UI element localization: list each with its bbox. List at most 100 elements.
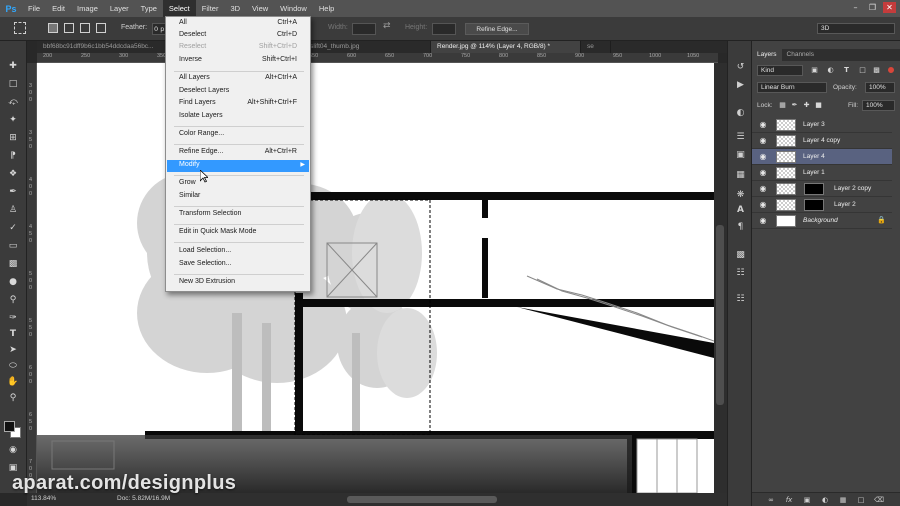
color-panel-icon[interactable]: ▣ [734, 149, 747, 161]
brush-presets-icon[interactable]: ▩ [734, 249, 747, 261]
visibility-eye-icon[interactable]: ◉ [758, 200, 768, 210]
restore-icon[interactable]: ❐ [866, 2, 879, 13]
doc-tab-1[interactable]: bbf68bc91dff9b6c1bb54ddcdaa56bc... [37, 41, 173, 53]
menu-view[interactable]: View [246, 0, 274, 17]
fill-input[interactable]: 100% [862, 100, 895, 111]
hand-tool-icon[interactable]: ✋ [5, 375, 21, 389]
filter-kind-select[interactable]: Kind [757, 65, 803, 76]
menu-item-new-3d-extrusion[interactable]: New 3D Extrusion [167, 277, 309, 289]
filter-adjustment-icon[interactable]: ◐ [826, 66, 835, 75]
history-panel-icon[interactable]: ↺ [734, 61, 747, 73]
visibility-eye-icon[interactable]: ◉ [758, 120, 768, 130]
path-selection-tool-icon[interactable]: ➤ [5, 343, 21, 357]
menu-item-transform-selection[interactable]: Transform Selection [167, 209, 309, 221]
intersect-selection-icon[interactable] [96, 23, 106, 33]
marquee-tool-preset-icon[interactable] [14, 22, 26, 34]
menu-item-quick-mask[interactable]: Edit in Quick Mask Mode [167, 227, 309, 239]
doc-tab-active[interactable]: Render.jpg @ 114% (Layer 4, RGB/8) * [431, 41, 581, 53]
quick-mask-icon[interactable]: ◉ [5, 443, 21, 457]
filter-pixel-icon[interactable]: ▣ [810, 66, 819, 75]
crop-tool-icon[interactable]: ⊞ [5, 131, 21, 145]
link-layers-icon[interactable]: ∞ [766, 495, 776, 505]
add-mask-icon[interactable]: ▣ [802, 495, 812, 505]
add-to-selection-icon[interactable] [64, 23, 74, 33]
eraser-tool-icon[interactable]: ▭ [5, 239, 21, 253]
blend-mode-select[interactable]: Linear Burn [757, 82, 827, 93]
layer-style-icon[interactable]: fx [784, 495, 794, 505]
type-tool-icon[interactable]: T [5, 327, 21, 341]
workspace-select[interactable]: 3D [817, 23, 895, 34]
menu-item-find-layers[interactable]: Find Layers Alt+Shift+Ctrl+F [167, 98, 309, 110]
clone-stamp-tool-icon[interactable]: ♙ [5, 203, 21, 217]
zoom-tool-icon[interactable]: ⚲ [5, 391, 21, 405]
tab-layers[interactable]: Layers [752, 49, 782, 61]
lock-all-icon[interactable]: ■ [814, 101, 823, 110]
filter-type-icon[interactable]: T [842, 66, 851, 75]
vertical-scrollbar-thumb[interactable] [716, 225, 724, 405]
layer-row-layer-4[interactable]: ◉ Layer 4 [752, 149, 892, 165]
horizontal-scrollbar-thumb[interactable] [347, 496, 497, 503]
visibility-eye-icon[interactable]: ◉ [758, 216, 768, 226]
menu-item-grow[interactable]: Grow [167, 178, 309, 190]
menu-item-isolate-layers[interactable]: Isolate Layers [167, 111, 309, 123]
minimize-icon[interactable]: – [849, 2, 862, 13]
new-group-icon[interactable]: ▦ [838, 495, 848, 505]
lock-transparency-icon[interactable]: ▦ [778, 101, 787, 110]
visibility-eye-icon[interactable]: ◉ [758, 184, 768, 194]
doc-tab-4[interactable]: se [581, 41, 611, 53]
foreground-color-swatch[interactable] [4, 421, 15, 432]
delete-layer-icon[interactable]: ⌫ [874, 495, 884, 505]
character-panel-icon[interactable]: A [734, 204, 747, 216]
menu-help[interactable]: Help [313, 0, 340, 17]
ellipse-tool-icon[interactable]: ⬭ [5, 359, 21, 373]
filter-shape-icon[interactable]: □ [858, 66, 867, 75]
eyedropper-tool-icon[interactable]: ⁋ [5, 149, 21, 163]
menu-select[interactable]: Select [162, 0, 196, 17]
menu-item-similar[interactable]: Similar [167, 191, 309, 203]
lock-position-icon[interactable]: ✚ [802, 101, 811, 110]
layer-row-layer-1[interactable]: ◉ Layer 1 [752, 165, 892, 181]
menu-filter[interactable]: Filter [196, 0, 225, 17]
menu-item-load-selection[interactable]: Load Selection... [167, 246, 309, 258]
menu-window[interactable]: Window [274, 0, 313, 17]
paragraph-panel-icon[interactable]: ¶ [734, 221, 747, 233]
close-icon[interactable]: ✕ [883, 2, 896, 13]
visibility-eye-icon[interactable]: ◉ [758, 136, 768, 146]
clone-source-icon[interactable]: ☷ [734, 267, 747, 279]
history-brush-tool-icon[interactable]: ✓ [5, 221, 21, 235]
width-input[interactable] [352, 23, 376, 35]
document-canvas[interactable] [37, 63, 714, 493]
layer-row-layer-2-copy[interactable]: ◉ Layer 2 copy [752, 181, 892, 197]
layer-mask-thumbnail[interactable] [804, 183, 824, 195]
filter-toggle-icon[interactable] [888, 67, 894, 73]
menu-item-refine-edge[interactable]: Refine Edge... Alt+Ctrl+R [167, 147, 309, 159]
swatches-panel-icon[interactable]: ▦ [734, 169, 747, 181]
feather-input[interactable]: 0 p [152, 23, 166, 35]
adjustments-panel-icon[interactable]: ◐ [734, 107, 747, 119]
menu-item-inverse[interactable]: Inverse Shift+Ctrl+I [167, 55, 309, 67]
menu-3d[interactable]: 3D [224, 0, 246, 17]
quick-selection-tool-icon[interactable]: ✦ [5, 113, 21, 127]
menu-edit[interactable]: Edit [46, 0, 71, 17]
lasso-tool-icon[interactable]: ⤽ [5, 95, 21, 109]
layer-row-layer-4-copy[interactable]: ◉ Layer 4 copy [752, 133, 892, 149]
navigator-panel-icon[interactable]: ❋ [734, 189, 747, 201]
menu-item-save-selection[interactable]: Save Selection... [167, 259, 309, 271]
menu-item-all-layers[interactable]: All Layers Alt+Ctrl+A [167, 73, 309, 85]
layer-row-layer-3[interactable]: ◉ Layer 3 [752, 117, 892, 133]
menu-item-deselect[interactable]: Deselect Ctrl+D [167, 30, 309, 42]
adjustment-layer-icon[interactable]: ◐ [820, 495, 830, 505]
blur-tool-icon[interactable]: ● [5, 275, 21, 289]
opacity-input[interactable]: 100% [865, 82, 895, 93]
menu-item-reselect[interactable]: Reselect Shift+Ctrl+D [167, 42, 309, 54]
refine-edge-button[interactable]: Refine Edge... [465, 23, 529, 35]
new-layer-icon[interactable]: □ [856, 495, 866, 505]
lock-pixels-icon[interactable]: ✒ [790, 101, 799, 110]
menu-file[interactable]: File [22, 0, 46, 17]
healing-brush-tool-icon[interactable]: ❖ [5, 167, 21, 181]
actions-panel-icon[interactable]: ▶ [734, 79, 747, 91]
swap-dimensions-icon[interactable]: ⇄ [383, 21, 391, 31]
brush-tool-icon[interactable]: ✒ [5, 185, 21, 199]
dodge-tool-icon[interactable]: ⚲ [5, 293, 21, 307]
notes-panel-icon[interactable]: ☷ [734, 293, 747, 305]
